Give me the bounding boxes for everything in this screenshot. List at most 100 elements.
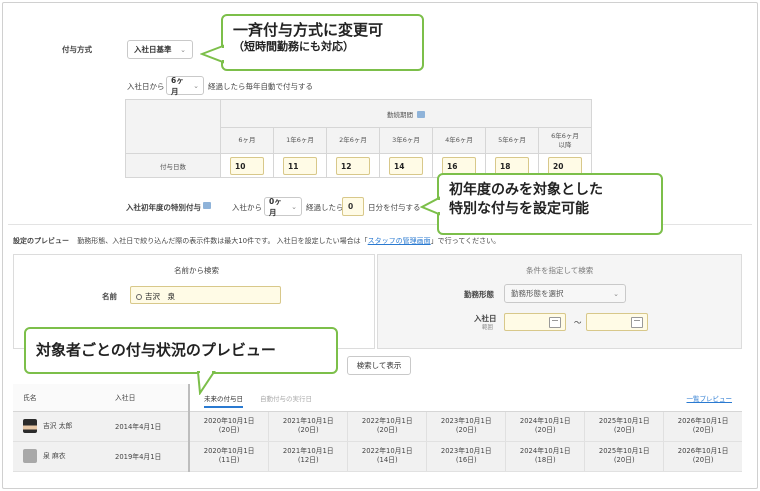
grant-date: 2026年10月1日 (677, 446, 729, 455)
grant-days-input[interactable]: 14 (389, 156, 423, 175)
grant-date: 2023年10月1日 (440, 446, 492, 455)
grant-days: (20日) (613, 456, 635, 464)
grant-method-value: 入社日基準 (134, 45, 172, 54)
grant-cell: 2021年10月1日 (12日) (268, 441, 348, 472)
tab-auto-grant-dates[interactable]: 自動付与の実行日 (260, 393, 312, 403)
range-separator: 〜 (574, 318, 582, 327)
work-type-placeholder: 勤務形態を選択 (511, 289, 564, 298)
grant-cell: 2024年10月1日 (20日) (505, 411, 585, 442)
period-header: 4年6ヶ月 (432, 127, 486, 154)
preview-text: 勤務形態、入社日で絞り込んだ際の表示件数は最大10件です。 入社日を設定したい場… (77, 237, 368, 245)
grant-cell: 2024年10月1日 (18日) (505, 441, 585, 472)
join-date-to[interactable] (586, 313, 648, 331)
grant-days-cell: 10 (220, 153, 274, 178)
grant-date: 2023年10月1日 (440, 416, 492, 425)
callout-special-grant: 初年度のみを対象とした 特別な付与を設定可能 (437, 173, 663, 235)
grant-cell: 2021年10月1日 (20日) (268, 411, 348, 442)
table-corner (125, 99, 221, 154)
join-date-cell: 2019年4月1日 (103, 441, 190, 472)
tenure-header: 勤続期間 (220, 99, 592, 128)
col-join-header: 入社日 (103, 384, 190, 412)
grant-days-input[interactable]: 16 (442, 156, 476, 175)
col-join-text: 入社日 (115, 394, 136, 403)
grant-days: (20日) (692, 456, 714, 464)
grant-days-cell: 11 (273, 153, 327, 178)
chevron-down-icon: ⌄ (193, 81, 199, 90)
period-header: 6ヶ月 (220, 127, 274, 154)
grant-cell: 2023年10月1日 (20日) (426, 411, 506, 442)
special-grant-months-value: 0ヶ月 (269, 196, 282, 217)
special-grant-days-input[interactable]: 0 (342, 197, 364, 216)
grant-method-select[interactable]: 入社日基準 ⌄ (127, 40, 193, 59)
list-preview-link[interactable]: 一覧プレビュー (687, 393, 733, 403)
chevron-down-icon: ⌄ (291, 202, 297, 211)
special-grant-months-select[interactable]: 0ヶ月 ⌄ (264, 196, 302, 217)
grant-date: 2021年10月1日 (282, 446, 334, 455)
grant-days-cell: 12 (326, 153, 380, 178)
callout-grant-method: 一斉付与方式に変更可 （短時間勤務にも対応） (221, 14, 424, 71)
chevron-down-icon: ⌄ (613, 289, 619, 298)
callout-special-grant-line1: 初年度のみを対象とした (449, 182, 603, 198)
grant-days-table: 勤続期間 6ヶ月 1年6ヶ月 2年6ヶ月 3年6ヶ月 4年6ヶ月 5年6ヶ月 6年6ヶ月 以… (125, 99, 592, 178)
staff-admin-link[interactable]: スタッフの管理画面 (368, 237, 431, 245)
tab-future-grants[interactable]: 未来の付与日 (204, 393, 243, 408)
avatar (23, 449, 37, 463)
name-search-value: 吉沢 泉 (145, 292, 175, 301)
calendar-icon[interactable] (631, 317, 643, 328)
grant-cell: 2026年10月1日 (20日) (663, 441, 742, 472)
grant-days: (18日) (534, 456, 556, 464)
grant-date: 2025年10月1日 (598, 416, 650, 425)
grant-days: (20日) (534, 426, 556, 434)
preview-title: 設定のプレビュー (13, 237, 69, 245)
callout-preview: 対象者ごとの付与状況のプレビュー (24, 327, 338, 374)
grant-days-input[interactable]: 18 (495, 156, 529, 175)
calendar-icon[interactable] (549, 317, 561, 328)
employee-name: 吉沢 太郎 (43, 422, 73, 430)
work-type-label: 勤務形態 (464, 290, 494, 299)
search-button[interactable]: 検索して表示 (347, 356, 411, 375)
chevron-down-icon: ⌄ (180, 45, 186, 54)
first-grant-prefix: 入社日から (127, 82, 165, 91)
tenure-header-label: 勤続期間 (386, 110, 413, 119)
period-header: 6年6ヶ月 以降 (538, 127, 592, 154)
grant-cell: 2025年10月1日 (20日) (584, 441, 664, 472)
name-search-input[interactable]: 吉沢 泉 (130, 286, 281, 304)
grant-days: (20日) (376, 426, 398, 434)
grant-date: 2021年10月1日 (282, 416, 334, 425)
search-icon (136, 294, 142, 300)
grant-cell: 2023年10月1日 (16日) (426, 441, 506, 472)
grant-date: 2025年10月1日 (598, 446, 650, 455)
callout-grant-method-line2: （短時間勤務にも対応） (233, 40, 354, 54)
period-header: 2年6ヶ月 (326, 127, 380, 154)
grant-date: 2026年10月1日 (677, 416, 729, 425)
grant-days: (20日) (613, 426, 635, 434)
grant-preview-table: 氏名 入社日 未来の付与日 自動付与の実行日 一覧プレビュー 吉沢 太郎 2014… (13, 384, 742, 472)
employee-name-cell: 吉沢 太郎 (13, 411, 103, 442)
condition-search-panel: 条件を指定して検索 勤務形態 勤務形態を選択 ⌄ 入社日 範囲 〜 (377, 254, 742, 349)
grant-date: 2024年10月1日 (519, 446, 571, 455)
grant-days-input[interactable]: 11 (283, 156, 317, 175)
callout-pointer (200, 44, 224, 64)
grant-days-input[interactable]: 12 (336, 156, 370, 175)
grant-date: 2022年10月1日 (361, 446, 413, 455)
employee-name: 泉 麻衣 (43, 452, 66, 460)
grant-days-cell: 14 (379, 153, 433, 178)
grant-cell: 2025年10月1日 (20日) (584, 411, 664, 442)
join-date-from[interactable] (504, 313, 566, 331)
grant-days-input[interactable]: 20 (548, 156, 582, 175)
info-icon (203, 202, 211, 209)
special-grant-label: 入社初年度の特別付与 (126, 203, 201, 212)
period-header: 3年6ヶ月 (379, 127, 433, 154)
grant-days: (20日) (297, 426, 319, 434)
work-type-select[interactable]: 勤務形態を選択 ⌄ (504, 284, 626, 303)
condition-search-title: 条件を指定して検索 (526, 266, 594, 275)
first-grant-months-select[interactable]: 6ヶ月 ⌄ (166, 76, 204, 96)
grant-days: (11日) (218, 456, 240, 464)
grant-days: (14日) (376, 456, 398, 464)
grant-days-input[interactable]: 10 (230, 156, 264, 175)
employee-name-cell: 泉 麻衣 (13, 441, 103, 472)
grant-cell: 2022年10月1日 (14日) (347, 441, 427, 472)
grant-days: (20日) (218, 426, 240, 434)
grant-date: 2022年10月1日 (361, 416, 413, 425)
grant-cell: 2020年10月1日 (20日) (188, 411, 269, 442)
